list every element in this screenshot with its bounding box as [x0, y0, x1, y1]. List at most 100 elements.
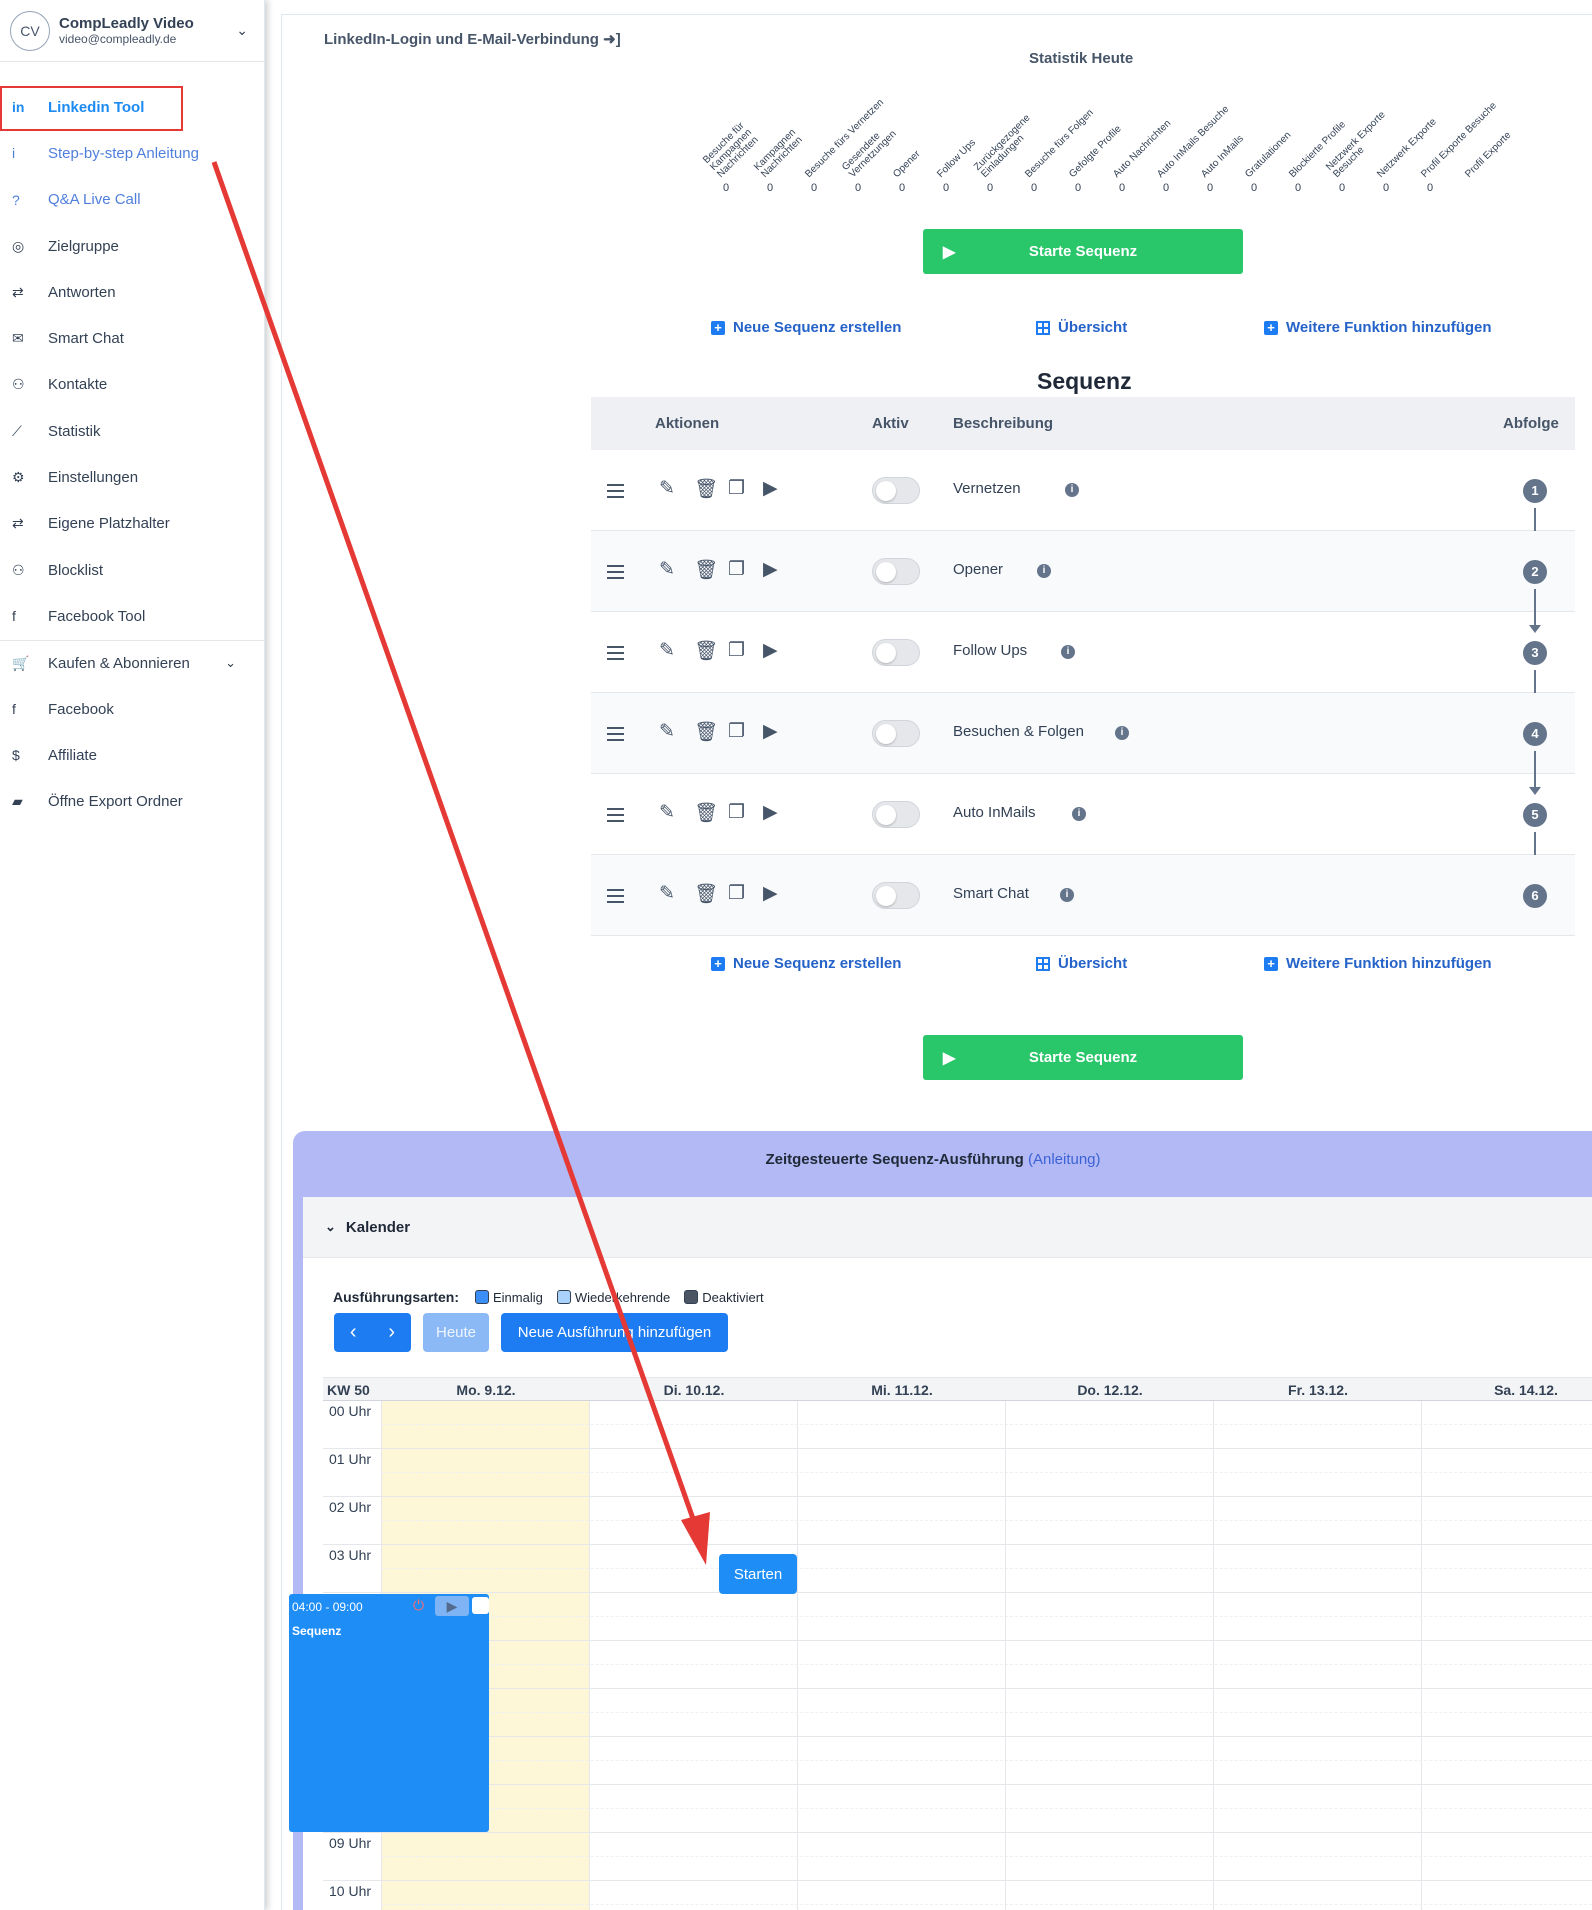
sidebar-item[interactable]: ⇄ Antworten	[0, 269, 264, 315]
copy-icon[interactable]: ❐	[728, 477, 745, 500]
play-icon[interactable]: ▶	[763, 720, 778, 743]
hour-row[interactable]: 09 Uhr	[323, 1833, 1592, 1881]
today-button[interactable]: Heute	[423, 1313, 489, 1352]
trash-icon[interactable]: 🗑	[694, 720, 718, 744]
drag-handle-icon[interactable]	[607, 484, 624, 502]
hour-row[interactable]: 06 Uhr	[323, 1689, 1592, 1737]
copy-icon[interactable]: ❐	[728, 558, 745, 581]
trash-icon[interactable]: 🗑	[694, 477, 718, 501]
calendar-event[interactable]: 04:00 - 09:00 Sequenz ⏻ ▶	[289, 1594, 489, 1832]
guide-link[interactable]: (Anleitung)	[1028, 1151, 1101, 1168]
drag-handle-icon[interactable]	[607, 727, 624, 745]
overview-link[interactable]: Übersicht	[1036, 955, 1127, 972]
sidebar-item[interactable]: ⟋ Statistik	[0, 408, 264, 454]
calendar-toggle[interactable]: ⌄ Kalender	[303, 1197, 1592, 1258]
start-sequence-button[interactable]: ▶ Starte Sequenz	[923, 1035, 1243, 1080]
new-sequence-link[interactable]: + Neue Sequenz erstellen	[711, 319, 901, 336]
sidebar-item[interactable]: ⚇ Blocklist	[0, 547, 264, 593]
play-icon[interactable]: ▶	[435, 1596, 469, 1616]
type-recurring: Wiederkehrende	[556, 1290, 670, 1305]
hour-row[interactable]: 03 Uhr	[323, 1545, 1592, 1593]
info-icon[interactable]: i	[1037, 564, 1051, 578]
sidebar-item[interactable]: ⇄ Eigene Platzhalter	[0, 501, 264, 547]
trash-icon[interactable]: 🗑	[694, 558, 718, 582]
copy-icon[interactable]: ❐	[728, 639, 745, 662]
play-icon[interactable]: ▶	[763, 639, 778, 662]
trash-icon[interactable]: 🗑	[694, 882, 718, 906]
play-icon[interactable]: ▶	[763, 882, 778, 905]
info-icon[interactable]: i	[1065, 483, 1079, 497]
play-icon[interactable]: ▶	[763, 801, 778, 824]
add-function-link[interactable]: + Weitere Funktion hinzufügen	[1264, 955, 1492, 972]
sidebar-item[interactable]: ⚙ Einstellungen	[0, 454, 264, 500]
hour-label: 09 Uhr	[329, 1835, 372, 1851]
start-tooltip[interactable]: Starten	[719, 1554, 797, 1594]
active-toggle[interactable]	[872, 720, 920, 747]
active-toggle[interactable]	[872, 882, 920, 909]
hour-row[interactable]: 10 Uhr	[323, 1881, 1592, 1910]
hour-row[interactable]: 08 Uhr	[323, 1785, 1592, 1833]
hour-row[interactable]: 05 Uhr	[323, 1641, 1592, 1689]
gear-icon: ⚙	[12, 469, 25, 486]
event-checkbox[interactable]	[472, 1597, 489, 1614]
sidebar-item[interactable]: f Facebook Tool	[0, 593, 264, 639]
sidebar-item[interactable]: ⚇ Kontakte	[0, 362, 264, 408]
play-icon[interactable]: ▶	[763, 558, 778, 581]
hour-row[interactable]: 00 Uhr	[323, 1401, 1592, 1449]
hour-row[interactable]: 01 Uhr	[323, 1449, 1592, 1497]
sidebar-item-label: Kaufen & Abonnieren	[48, 654, 190, 672]
hour-row[interactable]: 04 Uhr	[323, 1593, 1592, 1641]
calendar-nav: ‹ › Heute Neue Ausführung hinzufügen	[334, 1313, 728, 1352]
add-execution-button[interactable]: Neue Ausführung hinzufügen	[501, 1313, 728, 1352]
add-function-link[interactable]: + Weitere Funktion hinzufügen	[1264, 319, 1492, 336]
play-icon[interactable]: ▶	[763, 477, 778, 500]
trash-icon[interactable]: 🗑	[694, 801, 718, 825]
drag-handle-icon[interactable]	[607, 889, 624, 907]
sidebar-item[interactable]: ▰ Öffne Export Ordner	[0, 778, 264, 824]
stat-item: Profil Exporte Besuche 0	[1419, 100, 1499, 196]
active-toggle[interactable]	[872, 477, 920, 504]
power-icon[interactable]: ⏻	[413, 1597, 424, 1614]
info-icon[interactable]: i	[1115, 726, 1129, 740]
active-toggle[interactable]	[872, 639, 920, 666]
overview-link[interactable]: Übersicht	[1036, 319, 1127, 336]
copy-icon[interactable]: ❐	[728, 801, 745, 824]
info-icon[interactable]: i	[1072, 807, 1086, 821]
hour-row[interactable]: 07 Uhr	[323, 1737, 1592, 1785]
active-toggle[interactable]	[872, 558, 920, 585]
sidebar-item[interactable]: ✉ Smart Chat	[0, 315, 264, 361]
week-number: KW 50	[327, 1382, 370, 1398]
drag-handle-icon[interactable]	[607, 646, 624, 664]
chevron-right-icon[interactable]: ›	[388, 1321, 395, 1344]
info-icon[interactable]: i	[1061, 645, 1075, 659]
sidebar-item[interactable]: $ Affiliate	[0, 732, 264, 778]
drag-handle-icon[interactable]	[607, 808, 624, 826]
edit-icon[interactable]: ✎	[659, 720, 675, 743]
chevron-down-icon[interactable]: ⌄	[236, 22, 248, 39]
sidebar-item[interactable]: ◎ Zielgruppe	[0, 223, 264, 269]
sidebar-item[interactable]: ? Q&A Live Call	[0, 177, 264, 223]
sidebar-item[interactable]: f Facebook	[0, 686, 264, 732]
trash-icon[interactable]: 🗑	[694, 639, 718, 663]
profile-email: video@compleadly.de	[59, 32, 177, 46]
info-icon[interactable]: i	[1060, 888, 1074, 902]
edit-icon[interactable]: ✎	[659, 639, 675, 662]
sidebar-item[interactable]: 🛒 Kaufen & Abonnieren ⌄	[0, 639, 264, 686]
start-sequence-button[interactable]: ▶ Starte Sequenz	[923, 229, 1243, 274]
chevron-left-icon[interactable]: ‹	[350, 1321, 357, 1344]
profile-switcher[interactable]: CV CompLeadly Video video@compleadly.de …	[0, 0, 264, 62]
sidebar-item[interactable]: i Step-by-step Anleitung	[0, 130, 264, 176]
active-toggle[interactable]	[872, 801, 920, 828]
drag-handle-icon[interactable]	[607, 565, 624, 583]
linkedin-login-link[interactable]: LinkedIn-Login und E-Mail-Verbindung ➜]	[324, 30, 621, 48]
copy-icon[interactable]: ❐	[728, 882, 745, 905]
edit-icon[interactable]: ✎	[659, 882, 675, 905]
sequence-row: ✎ 🗑 ❐ ▶ Vernetzen i 1	[591, 450, 1575, 552]
edit-icon[interactable]: ✎	[659, 477, 675, 500]
edit-icon[interactable]: ✎	[659, 801, 675, 824]
hour-row[interactable]: 02 Uhr	[323, 1497, 1592, 1545]
edit-icon[interactable]: ✎	[659, 558, 675, 581]
copy-icon[interactable]: ❐	[728, 720, 745, 743]
new-sequence-link[interactable]: + Neue Sequenz erstellen	[711, 955, 901, 972]
sidebar-item-label: Affiliate	[48, 746, 97, 764]
